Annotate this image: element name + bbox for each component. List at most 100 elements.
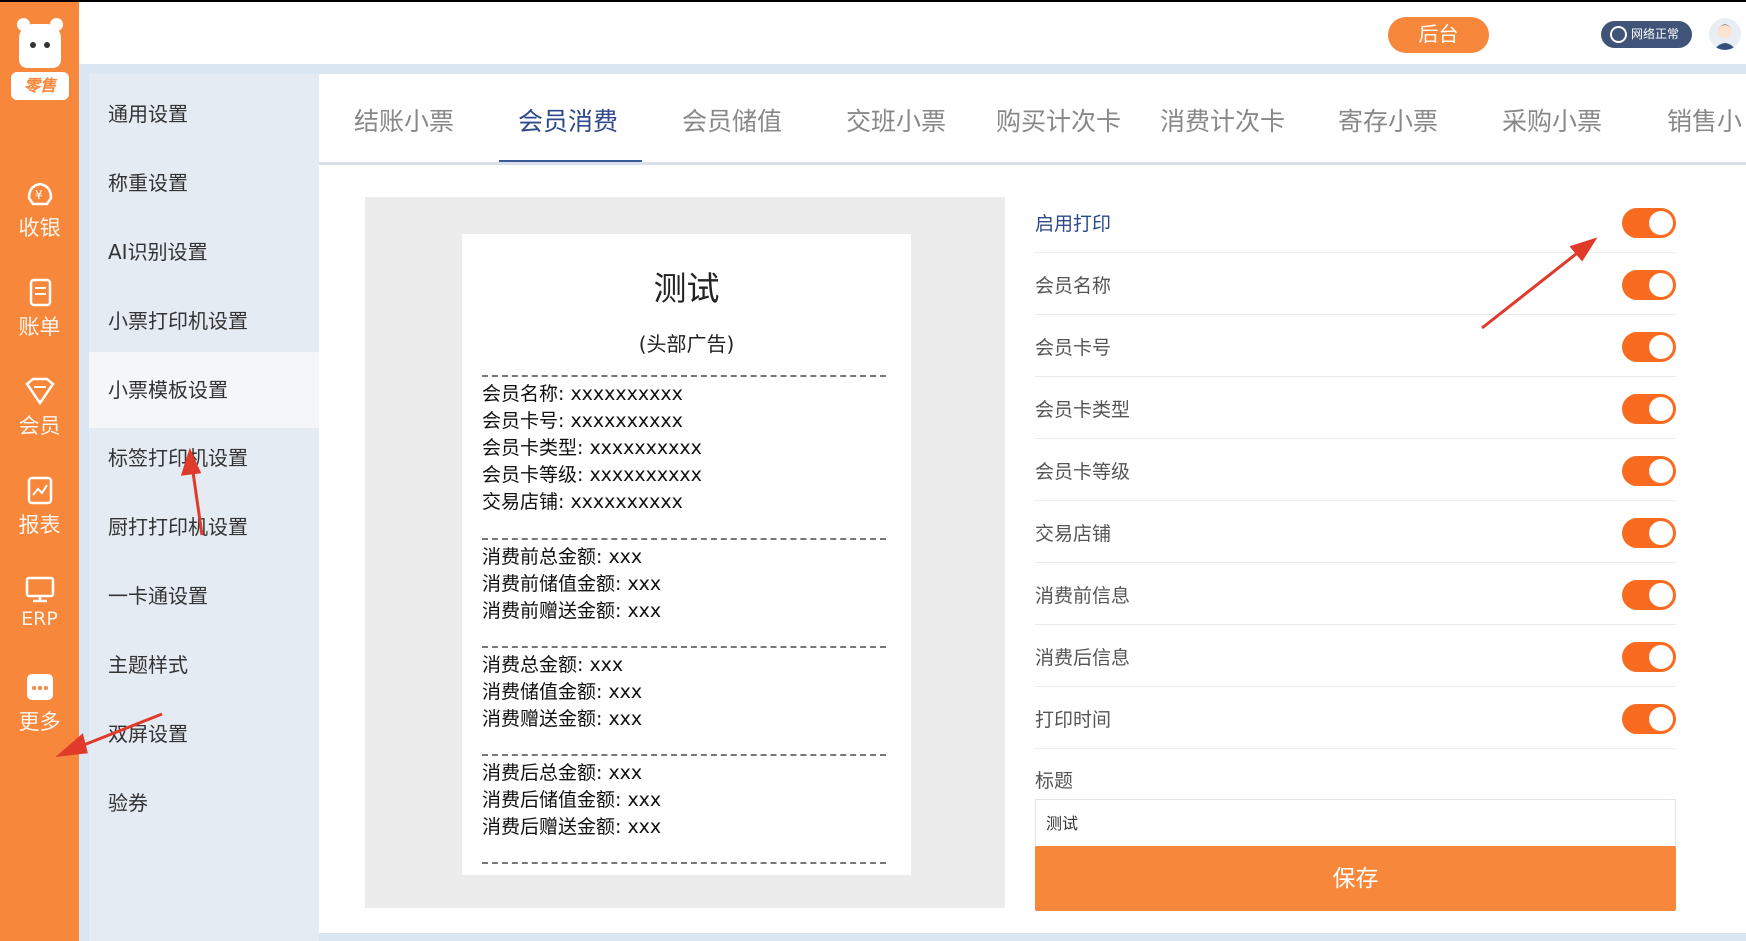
- option-label: 消费前信息: [1035, 585, 1131, 607]
- tab-member-recharge[interactable]: 会员储值: [682, 102, 782, 138]
- tab-use-count-card[interactable]: 消费计次卡: [1160, 102, 1285, 138]
- receipt-line: 消费前总金额: xxx: [482, 546, 643, 568]
- title-input[interactable]: 测试: [1035, 799, 1676, 851]
- toggle-member-name[interactable]: [1622, 270, 1676, 300]
- cashier-icon: ¥: [27, 182, 52, 206]
- settings-item-weighing[interactable]: 称重设置: [89, 145, 319, 221]
- tab-member-consumption[interactable]: 会员消费: [518, 102, 618, 138]
- toggle-before-info[interactable]: [1622, 580, 1676, 610]
- tab-buy-count-card[interactable]: 购买计次卡: [996, 102, 1121, 138]
- receipt-divider: [482, 375, 886, 377]
- network-status-label: 网络正常: [1631, 27, 1680, 41]
- toggle-store[interactable]: [1622, 518, 1676, 548]
- tab-purchase-receipt[interactable]: 采购小票: [1502, 102, 1602, 138]
- option-row-after-info: 消费后信息: [1035, 625, 1676, 687]
- logo-eye: [30, 42, 36, 48]
- toggle-card-type[interactable]: [1622, 394, 1676, 424]
- tab-sales-receipt[interactable]: 销售小: [1667, 102, 1742, 138]
- brand-badge: 零售: [11, 72, 69, 100]
- settings-menu: 通用设置 称重设置 AI识别设置 小票打印机设置 小票模板设置 标签打印机设置 …: [89, 74, 331, 941]
- nav-item-erp[interactable]: ERP: [0, 572, 79, 664]
- avatar[interactable]: [1709, 18, 1741, 50]
- option-label: 会员卡类型: [1035, 399, 1131, 421]
- receipt-divider: [482, 646, 886, 648]
- option-label: 消费后信息: [1035, 647, 1131, 669]
- option-row-member-name: 会员名称: [1035, 253, 1676, 315]
- receipt-line: 会员卡号: xxxxxxxxxx: [482, 410, 683, 432]
- toggle-member-card-no[interactable]: [1622, 332, 1676, 362]
- option-row-card-level: 会员卡等级: [1035, 439, 1676, 501]
- option-label: 打印时间: [1035, 709, 1112, 731]
- network-status-badge: 网络正常: [1601, 21, 1692, 48]
- member-icon: [24, 377, 55, 406]
- settings-item-coupon[interactable]: 验券: [89, 765, 319, 841]
- save-button[interactable]: 保存: [1035, 846, 1676, 911]
- settings-item-label-printer[interactable]: 标签打印机设置: [89, 420, 319, 496]
- nav-label: 更多: [18, 710, 61, 734]
- svg-text:¥: ¥: [35, 188, 43, 202]
- backend-button[interactable]: 后台: [1388, 17, 1489, 53]
- receipt-line: 交易店铺: xxxxxxxxxx: [482, 491, 683, 513]
- tab-storage-receipt[interactable]: 寄存小票: [1338, 102, 1438, 138]
- toggle-enable-print[interactable]: [1622, 208, 1676, 238]
- logo-eye: [44, 42, 50, 48]
- tab-checkout-receipt[interactable]: 结账小票: [354, 102, 454, 138]
- settings-item-kitchen-printer[interactable]: 厨打打印机设置: [89, 489, 319, 565]
- option-row-before-info: 消费前信息: [1035, 563, 1676, 625]
- receipt-preview: 测试 (头部广告) 会员名称: xxxxxxxxxx 会员卡号: xxxxxxx…: [365, 197, 1005, 908]
- toggle-after-info[interactable]: [1622, 642, 1676, 672]
- option-label: 会员卡等级: [1035, 461, 1131, 483]
- receipt-line: 消费前赠送金额: xxx: [482, 600, 662, 622]
- option-row-store: 交易店铺: [1035, 501, 1676, 563]
- option-row-print-time: 打印时间: [1035, 687, 1676, 749]
- receipt-line: 消费储值金额: xxx: [482, 681, 643, 703]
- settings-item-ai[interactable]: AI识别设置: [89, 214, 319, 290]
- bill-icon: [29, 278, 51, 307]
- top-bar: 后台 网络正常 admin: [79, 2, 1746, 64]
- settings-item-general[interactable]: 通用设置: [89, 76, 319, 152]
- receipt-header-ad: (头部广告): [638, 332, 735, 356]
- nav-item-member[interactable]: 会员: [0, 374, 79, 466]
- nav-label: 会员: [18, 414, 61, 438]
- option-label: 启用打印: [1035, 213, 1112, 235]
- bear-logo-icon: [17, 18, 63, 68]
- settings-item-receipt-template[interactable]: 小票模板设置: [89, 352, 331, 428]
- brand-logo[interactable]: 零售: [11, 18, 69, 104]
- option-label: 交易店铺: [1035, 523, 1112, 545]
- nav-item-cashier[interactable]: ¥ 收银: [0, 176, 79, 268]
- receipt-line: 会员卡类型: xxxxxxxxxx: [482, 437, 702, 459]
- receipt-tabs: 结账小票 会员消费 会员储值 交班小票 购买计次卡 消费计次卡 寄存小票 采购小…: [319, 74, 1746, 165]
- tab-shift-receipt[interactable]: 交班小票: [846, 102, 946, 138]
- settings-item-card[interactable]: 一卡通设置: [89, 558, 319, 634]
- option-row-enable-print: 启用打印: [1035, 191, 1676, 253]
- toggle-card-level[interactable]: [1622, 456, 1676, 486]
- receipt-title: 测试: [653, 269, 720, 308]
- option-label: 会员名称: [1035, 275, 1112, 297]
- nav-item-bill[interactable]: 账单: [0, 275, 79, 367]
- nav-label: 报表: [18, 513, 61, 537]
- nav-label: 账单: [18, 315, 61, 339]
- option-label: 会员卡号: [1035, 337, 1112, 359]
- settings-item-theme[interactable]: 主题样式: [89, 627, 319, 703]
- nav-item-more[interactable]: 更多: [0, 670, 79, 762]
- nav-label: ERP: [21, 608, 58, 630]
- toggle-print-time[interactable]: [1622, 704, 1676, 734]
- receipt-line: 会员卡等级: xxxxxxxxxx: [482, 464, 702, 486]
- settings-item-receipt-printer[interactable]: 小票打印机设置: [89, 283, 319, 359]
- receipt-line: 消费赠送金额: xxx: [482, 708, 643, 730]
- option-row-member-card-no: 会员卡号: [1035, 315, 1676, 377]
- receipt-line: 会员名称: xxxxxxxxxx: [482, 383, 683, 405]
- nav-item-report[interactable]: 报表: [0, 473, 79, 565]
- user-avatar-icon: [1714, 24, 1736, 50]
- settings-item-dual-screen[interactable]: 双屏设置: [89, 696, 319, 772]
- network-icon: [1610, 26, 1627, 43]
- receipt-line: 消费前储值金额: xxx: [482, 573, 662, 595]
- monitor-icon: [25, 576, 54, 603]
- template-panel: 结账小票 会员消费 会员储值 交班小票 购买计次卡 消费计次卡 寄存小票 采购小…: [319, 74, 1746, 933]
- receipt-divider: [482, 754, 886, 756]
- title-field-label: 标题: [1035, 770, 1074, 792]
- receipt-line: 消费后储值金额: xxx: [482, 789, 662, 811]
- active-tab-indicator: [499, 160, 642, 162]
- more-icon: [26, 674, 53, 700]
- receipt-line: 消费总金额: xxx: [482, 654, 624, 676]
